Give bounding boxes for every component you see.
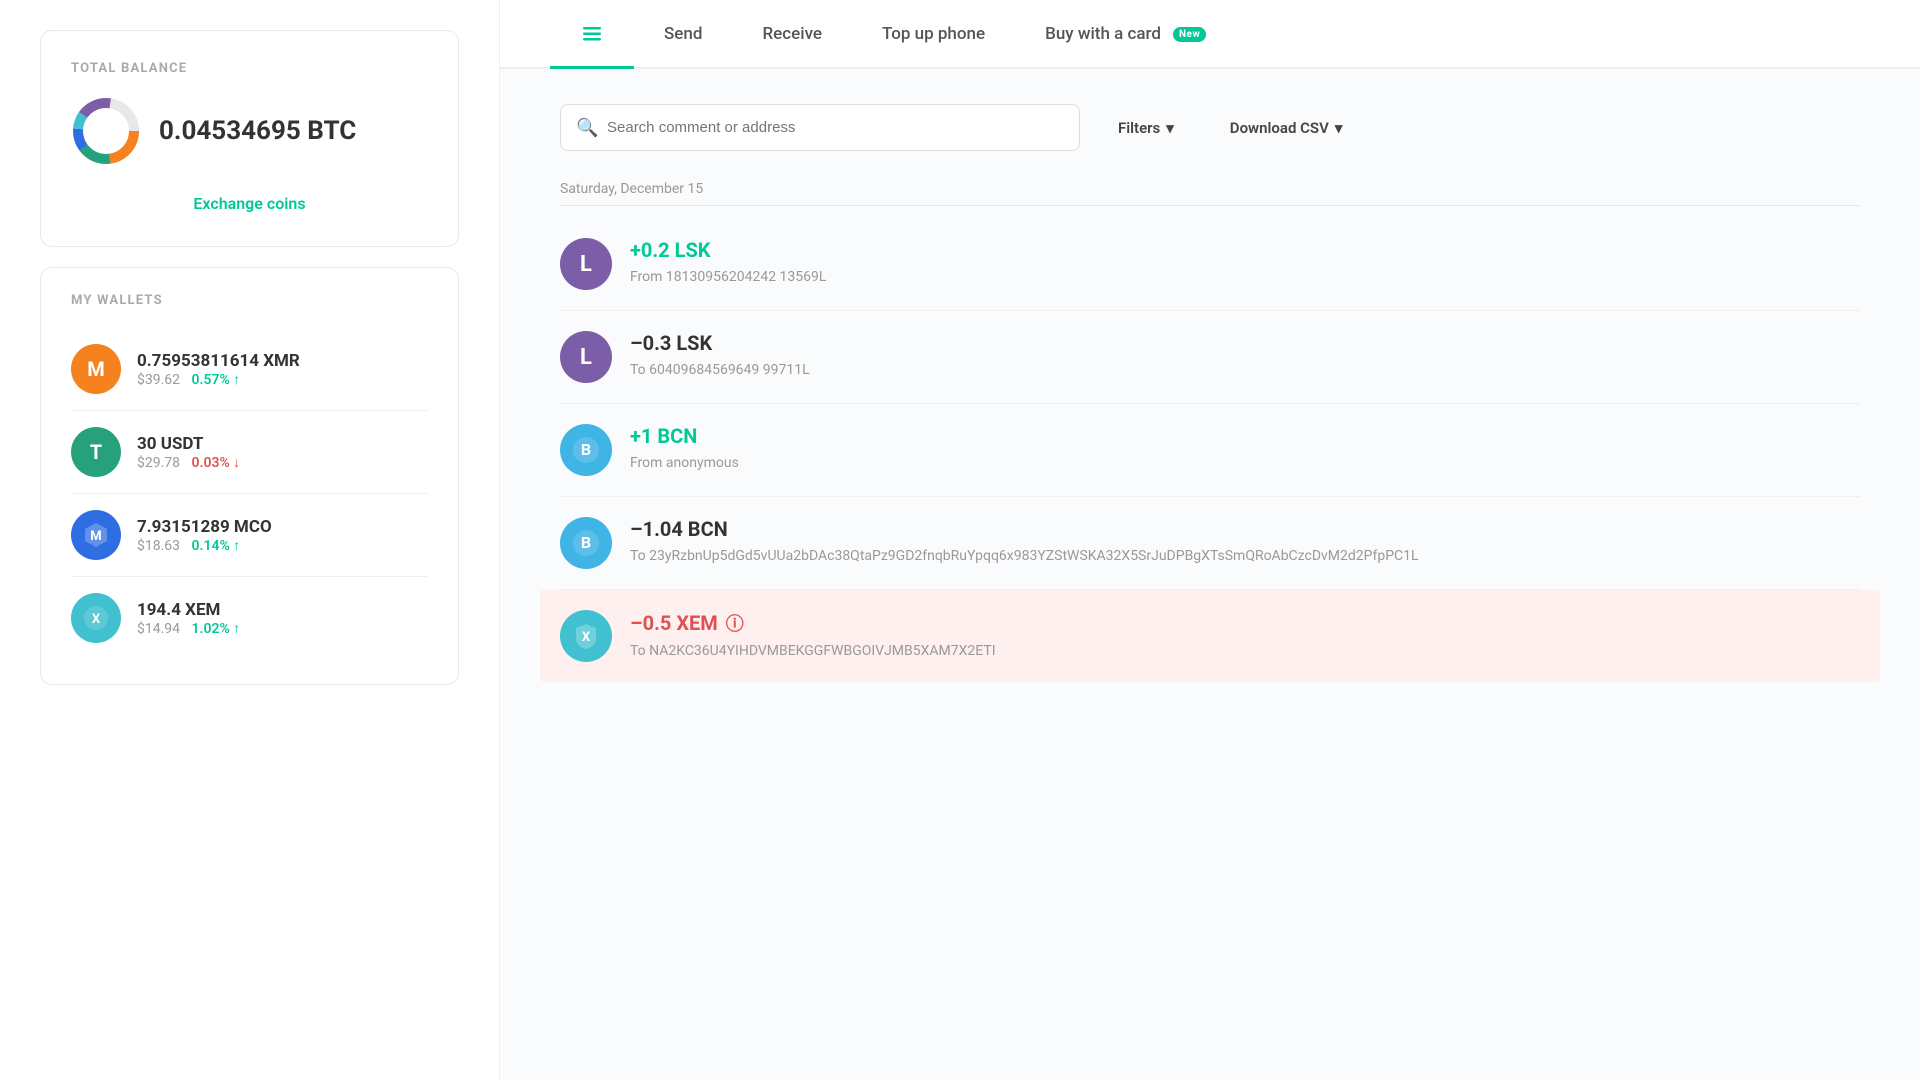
search-input[interactable] [560, 104, 1080, 151]
tab-history[interactable] [550, 0, 634, 69]
tab-receive-label: Receive [762, 24, 822, 44]
tx-address-tx5: To NA2KC36U4YIHDVMBEKGGFWBGOIVJMB5XAM7X2… [630, 641, 1860, 662]
wallet-change-xmr: 0.57% ↑ [192, 372, 241, 388]
filters-chevron-icon: ▾ [1166, 119, 1174, 137]
wallet-change-xem: 1.02% ↑ [192, 621, 241, 637]
wallet-usd-usdt: $29.78 0.03% ↓ [137, 454, 428, 471]
wallet-info-mco: 7.93151289 MCO $18.63 0.14% ↑ [137, 517, 428, 554]
tx-info-tx1: +0.2 LSK From 18130956204242 13569L [630, 238, 1860, 288]
tx-amount-tx3: +1 BCN [630, 424, 1860, 448]
total-balance-label: TOTAL BALANCE [71, 61, 428, 76]
tx-address-tx1: From 18130956204242 13569L [630, 267, 1860, 288]
tx-address-tx3: From anonymous [630, 453, 1860, 474]
svg-text:M: M [90, 529, 101, 544]
tx-amount-tx1: +0.2 LSK [630, 238, 1860, 262]
wallet-icon-usdt: T [71, 427, 121, 477]
tx-info-tx5: –0.5 XEMⓘ To NA2KC36U4YIHDVMBEKGGFWBGOIV… [630, 610, 1860, 662]
sidebar: TOTAL BALANCE 0.04534695 BTC Exchange co… [0, 0, 500, 1080]
wallet-info-xmr: 0.75953811614 XMR $39.62 0.57% ↑ [137, 351, 428, 388]
tab-send-label: Send [664, 24, 702, 44]
search-icon: 🔍 [576, 117, 598, 138]
tx-amount-tx2: –0.3 LSK [630, 331, 1860, 355]
wallet-usd-xem: $14.94 1.02% ↑ [137, 620, 428, 637]
tx-item-tx4[interactable]: B –1.04 BCN To 23yRzbnUp5dGd5vUUa2bDAc38… [560, 497, 1860, 590]
tx-amount-tx5: –0.5 XEMⓘ [630, 610, 1860, 636]
tx-address-tx2: To 60409684569649 99711L [630, 360, 1860, 381]
svg-text:X: X [582, 630, 591, 645]
tx-item-tx5[interactable]: X –0.5 XEMⓘ To NA2KC36U4YIHDVMBEKGGFWBGO… [540, 590, 1880, 682]
new-badge: New [1173, 27, 1206, 42]
tab-buy[interactable]: Buy with a card New [1015, 2, 1236, 67]
tx-avatar-tx2: L [560, 331, 612, 383]
search-wrapper: 🔍 [560, 104, 1080, 151]
tab-topup-label: Top up phone [882, 24, 985, 44]
wallet-icon-xem: X [71, 593, 121, 643]
transactions-panel: 🔍 Filters ▾ Download CSV ▾ Saturday, Dec… [500, 69, 1920, 1080]
tx-info-tx4: –1.04 BCN To 23yRzbnUp5dGd5vUUa2bDAc38Qt… [630, 517, 1860, 567]
wallet-change-mco: 0.14% ↑ [192, 538, 241, 554]
wallet-amount-xmr: 0.75953811614 XMR [137, 351, 428, 371]
tx-item-tx2[interactable]: L –0.3 LSK To 60409684569649 99711L [560, 311, 1860, 404]
wallet-info-xem: 194.4 XEM $14.94 1.02% ↑ [137, 600, 428, 637]
tx-item-tx3[interactable]: B +1 BCN From anonymous [560, 404, 1860, 497]
tx-amount-tx4: –1.04 BCN [630, 517, 1860, 541]
wallet-amount-xem: 194.4 XEM [137, 600, 428, 620]
tab-receive[interactable]: Receive [732, 2, 852, 67]
error-icon: ⓘ [726, 614, 744, 635]
tx-avatar-tx5: X [560, 610, 612, 662]
wallet-item-xem[interactable]: X 194.4 XEM $14.94 1.02% ↑ [71, 577, 428, 659]
tx-info-tx2: –0.3 LSK To 60409684569649 99711L [630, 331, 1860, 381]
wallet-amount-mco: 7.93151289 MCO [137, 517, 428, 537]
wallet-usd-xmr: $39.62 0.57% ↑ [137, 371, 428, 388]
list-icon [580, 22, 604, 46]
tabs-bar: Send Receive Top up phone Buy with a car… [500, 0, 1920, 69]
wallet-amount-usdt: 30 USDT [137, 434, 428, 454]
svg-text:B: B [581, 533, 591, 552]
wallet-icon-xmr: M [71, 344, 121, 394]
balance-amount: 0.04534695 BTC [159, 116, 356, 146]
date-label: Saturday, December 15 [560, 181, 1860, 206]
my-wallets-card: MY WALLETS M 0.75953811614 XMR $39.62 0.… [40, 267, 459, 685]
svg-text:B: B [581, 440, 591, 459]
wallet-item-usdt[interactable]: T 30 USDT $29.78 0.03% ↓ [71, 411, 428, 494]
wallet-item-mco[interactable]: M 7.93151289 MCO $18.63 0.14% ↑ [71, 494, 428, 577]
main-content: Send Receive Top up phone Buy with a car… [500, 0, 1920, 1080]
tx-item-tx1[interactable]: L +0.2 LSK From 18130956204242 13569L [560, 218, 1860, 311]
wallet-info-usdt: 30 USDT $29.78 0.03% ↓ [137, 434, 428, 471]
filters-label: Filters [1118, 119, 1160, 137]
balance-section: 0.04534695 BTC [71, 96, 428, 166]
svg-text:X: X [92, 612, 101, 627]
wallet-icon-mco: M [71, 510, 121, 560]
csv-chevron-icon: ▾ [1335, 119, 1343, 137]
tx-address-tx4: To 23yRzbnUp5dGd5vUUa2bDAc38QtaPz9GD2fnq… [630, 546, 1860, 567]
wallet-item-xmr[interactable]: M 0.75953811614 XMR $39.62 0.57% ↑ [71, 328, 428, 411]
tx-avatar-tx3: B [560, 424, 612, 476]
tx-info-tx3: +1 BCN From anonymous [630, 424, 1860, 474]
wallets-list: M 0.75953811614 XMR $39.62 0.57% ↑ T 30 … [71, 328, 428, 659]
tx-avatar-tx4: B [560, 517, 612, 569]
tab-topup[interactable]: Top up phone [852, 2, 1015, 67]
exchange-coins-button[interactable]: Exchange coins [71, 186, 428, 221]
total-balance-card: TOTAL BALANCE 0.04534695 BTC Exchange co… [40, 30, 459, 247]
wallet-change-usdt: 0.03% ↓ [192, 455, 241, 471]
download-csv-button[interactable]: Download CSV ▾ [1212, 107, 1361, 149]
csv-label: Download CSV [1230, 119, 1329, 137]
transactions-list: L +0.2 LSK From 18130956204242 13569L L … [560, 218, 1860, 682]
tab-buy-label: Buy with a card [1045, 24, 1161, 44]
filters-button[interactable]: Filters ▾ [1100, 107, 1192, 149]
balance-donut-chart [71, 96, 141, 166]
tab-send[interactable]: Send [634, 2, 732, 67]
tx-avatar-tx1: L [560, 238, 612, 290]
wallet-usd-mco: $18.63 0.14% ↑ [137, 537, 428, 554]
search-row: 🔍 Filters ▾ Download CSV ▾ [560, 104, 1860, 151]
my-wallets-label: MY WALLETS [71, 293, 428, 308]
